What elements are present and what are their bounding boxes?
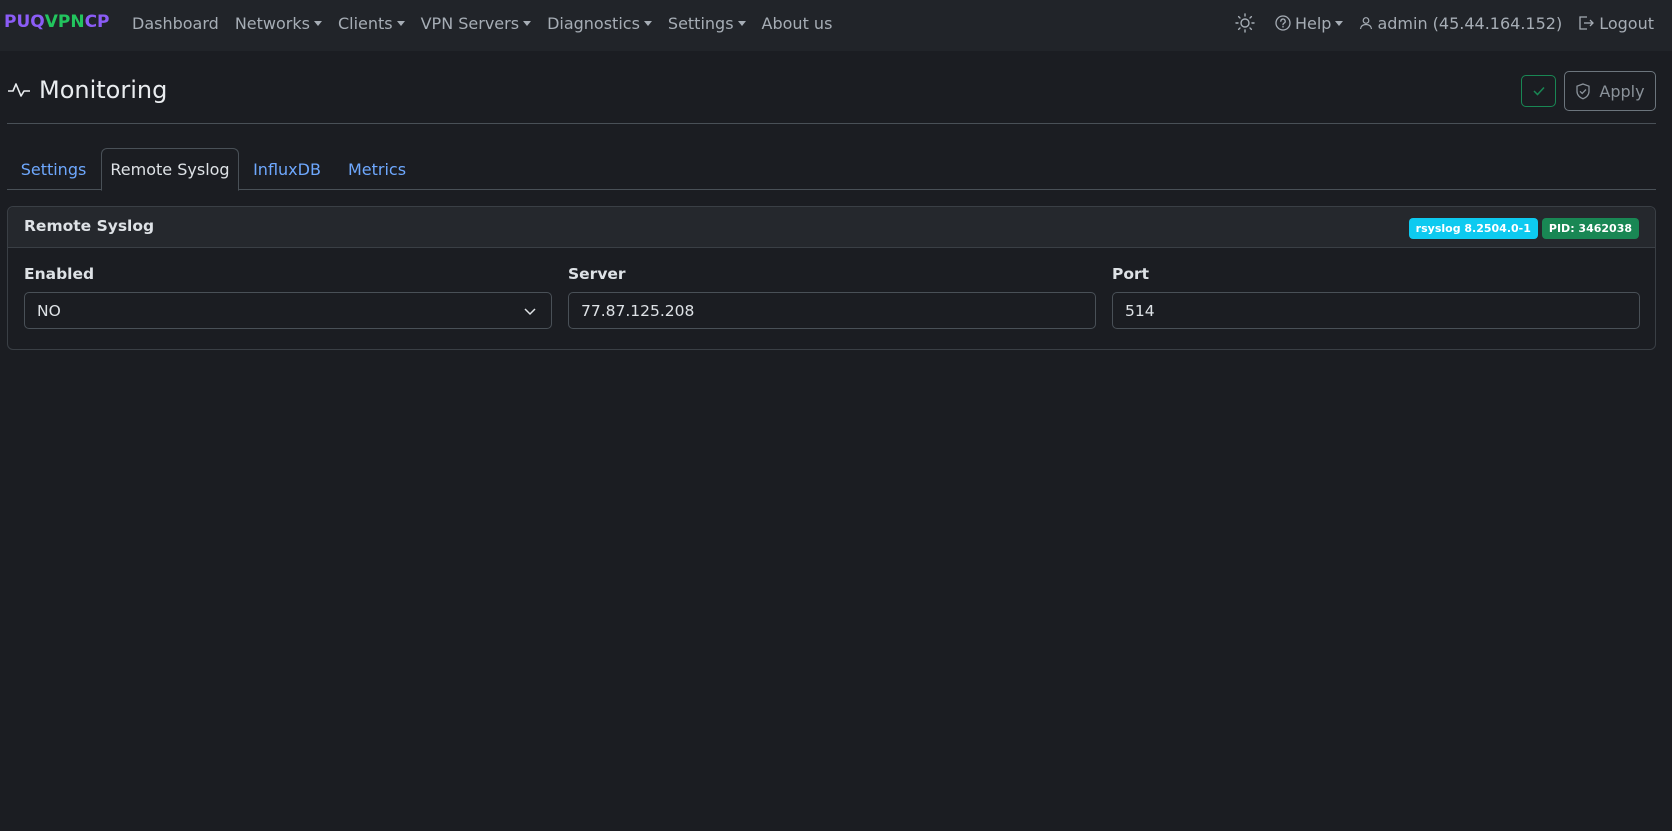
enabled-label: Enabled <box>24 265 95 283</box>
main-menu: Dashboard Networks Clients VPN Servers D… <box>132 0 848 46</box>
check-icon <box>1532 82 1546 101</box>
pid-badge: PID: 3462038 <box>1541 218 1639 239</box>
port-label: Port <box>1112 265 1150 283</box>
caret-down-icon <box>396 20 405 26</box>
tab-influxdb[interactable]: InfluxDB <box>239 148 335 190</box>
person-icon <box>1359 16 1373 30</box>
page-header: Monitoring Apply <box>7 70 1656 124</box>
nav-about-us[interactable]: About us <box>762 14 833 33</box>
user-menu: Help admin (45.44.164.152) Logout <box>1219 0 1654 46</box>
nav-clients[interactable]: Clients <box>338 14 405 33</box>
tab-bar: Settings Remote Syslog InfluxDB Metrics <box>7 148 1656 191</box>
tab-settings[interactable]: Settings <box>7 148 100 190</box>
port-input[interactable]: 514 <box>1112 292 1640 329</box>
caret-down-icon <box>1335 20 1344 26</box>
sun-icon <box>1235 13 1255 33</box>
nav-settings[interactable]: Settings <box>668 14 746 33</box>
tab-metrics[interactable]: Metrics <box>335 148 419 190</box>
caret-down-icon <box>643 20 652 26</box>
logout-icon <box>1578 15 1595 31</box>
remote-syslog-card: Remote Syslog rsyslog 8.2504.0-1 PID: 34… <box>7 206 1656 350</box>
version-badge: rsyslog 8.2504.0-1 <box>1408 218 1538 239</box>
port-value: 514 <box>1125 301 1155 320</box>
brand-part-1: PUQ <box>4 12 45 32</box>
enabled-value: NO <box>37 301 61 320</box>
nav-vpn-servers[interactable]: VPN Servers <box>421 14 532 33</box>
server-field-group: Server 77.87.125.208 <box>568 265 1096 329</box>
brand-part-2: VPN <box>44 12 85 32</box>
caret-down-icon <box>737 20 746 26</box>
server-input[interactable]: 77.87.125.208 <box>568 292 1096 329</box>
shield-check-icon <box>1575 82 1591 100</box>
card-title: Remote Syslog <box>24 217 155 235</box>
nav-dashboard[interactable]: Dashboard <box>132 14 219 33</box>
enabled-field-group: Enabled NO <box>24 265 552 329</box>
page-title: Monitoring <box>7 76 167 104</box>
top-navbar: PUQ VPN CP Dashboard Networks Clients VPN … <box>0 0 1672 51</box>
brand-logo[interactable]: PUQ VPN CP <box>4 12 110 32</box>
enabled-select[interactable]: NO <box>24 292 552 329</box>
card-header: Remote Syslog rsyslog 8.2504.0-1 PID: 34… <box>8 207 1655 248</box>
tab-remote-syslog[interactable]: Remote Syslog <box>101 148 239 191</box>
chevron-down-icon <box>523 304 537 322</box>
theme-toggle[interactable] <box>1235 13 1259 33</box>
activity-icon <box>7 79 31 101</box>
caret-down-icon <box>313 20 322 26</box>
nav-networks[interactable]: Networks <box>235 14 322 33</box>
brand-part-3: CP <box>84 12 110 32</box>
server-value: 77.87.125.208 <box>581 301 695 320</box>
status-badges: rsyslog 8.2504.0-1 PID: 3462038 <box>1405 218 1639 239</box>
question-circle-icon <box>1275 15 1291 31</box>
logout-button[interactable]: Logout <box>1578 14 1654 33</box>
apply-button[interactable]: Apply <box>1564 71 1656 111</box>
caret-down-icon <box>523 20 532 26</box>
port-field-group: Port 514 <box>1112 265 1640 329</box>
confirm-button[interactable] <box>1521 75 1556 107</box>
nav-diagnostics[interactable]: Diagnostics <box>547 14 652 33</box>
user-account[interactable]: admin (45.44.164.152) <box>1359 14 1562 33</box>
server-label: Server <box>568 265 626 283</box>
help-menu[interactable]: Help <box>1275 14 1344 33</box>
